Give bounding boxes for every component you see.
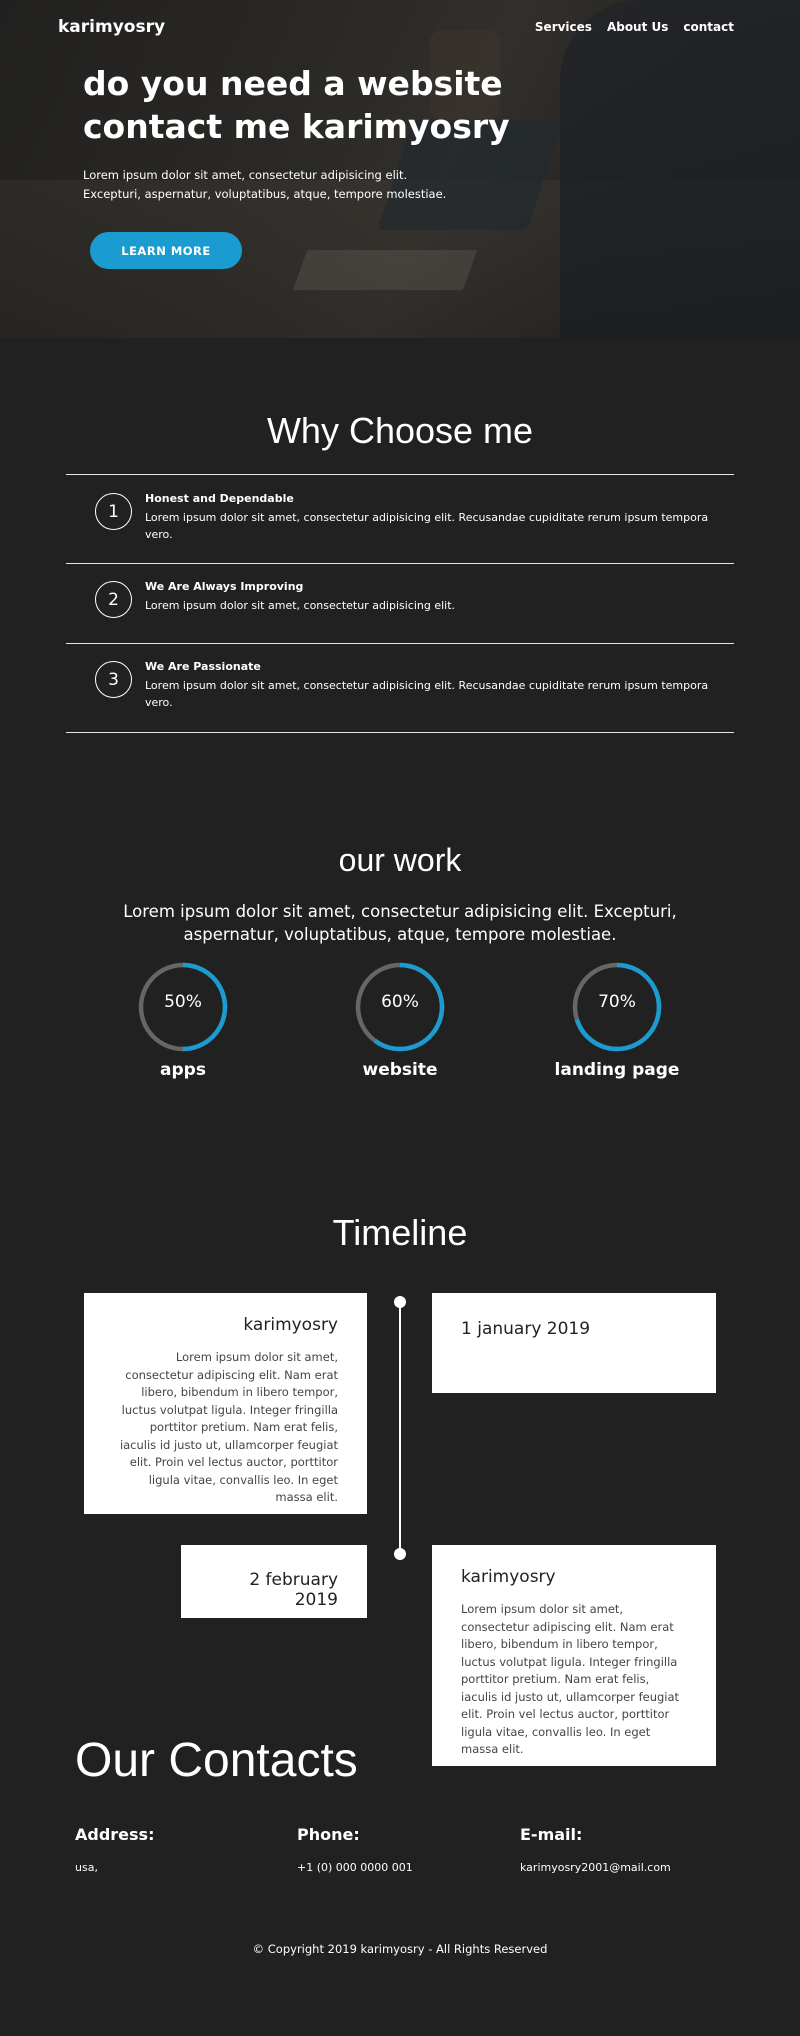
gauge-percent-website: 60% [381,992,419,1012]
timeline-card-title: karimyosry [461,1567,556,1587]
contacts-section: Our Contacts Address: usa, Phone: +1 (0)… [0,1725,800,1980]
timeline-dot [394,1548,406,1560]
why-choose-section: Why Choose me 1 Honest and Dependable Lo… [0,338,800,806]
why-choose-title: Why Choose me [266,410,534,451]
address-label: Address: [75,1825,155,1844]
why-item-text: Lorem ipsum dolor sit amet, consectetur … [145,679,709,709]
nav-link-services[interactable]: Services [535,20,592,34]
address-value: usa, [75,1861,98,1874]
number-circle-icon: 3 [95,661,132,698]
hero-title-line-2: contact me karimyosry [83,107,510,146]
why-item-text: Lorem ipsum dolor sit amet, consectetur … [145,511,709,541]
timeline-card: karimyosry Lorem ipsum dolor sit amet, c… [84,1293,367,1514]
top-nav: karimyosry Services About Us contact [0,0,800,56]
why-item-title: We Are Passionate [145,660,261,673]
number-circle-icon: 2 [95,581,132,618]
timeline-section: Timeline karimyosry Lorem ipsum dolor si… [0,1168,800,1766]
phone-value[interactable]: +1 (0) 000 0000 001 [297,1861,413,1874]
hero-description: Lorem ipsum dolor sit amet, consectetur … [83,168,447,201]
nav-menu: Services About Us contact [535,20,734,34]
number-circle-icon: 1 [95,493,132,530]
why-choose-list: 1 Honest and Dependable Lorem ipsum dolo… [66,474,734,733]
hero-title: do you need a website contact me karimyo… [83,62,603,148]
why-item-title: We Are Always Improving [145,580,304,593]
timeline-card-text: Lorem ipsum dolor sit amet, consectetur … [119,1350,338,1504]
our-work-description: Lorem ipsum dolor sit amet, consectetur … [123,902,677,944]
email-label: E-mail: [520,1825,583,1844]
timeline-date: 2 february 2019 [249,1570,338,1610]
nav-link-contact[interactable]: contact [683,20,734,34]
phone-label: Phone: [297,1825,360,1844]
our-work-title: our work [338,842,462,878]
timeline-date-card: 1 january 2019 [432,1293,716,1393]
why-item: 3 We Are Passionate Lorem ipsum dolor si… [66,643,734,733]
why-item-title: Honest and Dependable [145,492,294,505]
email-value[interactable]: karimyosry2001@mail.com [520,1861,671,1874]
gauge-label-landing-page: landing page [554,1060,680,1080]
gauge-percent-landing-page: 70% [598,992,636,1012]
nav-link-about-us[interactable]: About Us [607,20,668,34]
timeline-title: Timeline [332,1212,468,1253]
gauge-label-website: website [362,1060,438,1080]
why-item: 1 Honest and Dependable Lorem ipsum dolo… [66,474,734,563]
brand-logo[interactable]: karimyosry [58,17,165,37]
timeline-date: 1 january 2019 [461,1319,591,1339]
hero-section: karimyosry Services About Us contact do … [0,0,800,338]
hero-title-line-1: do you need a website [83,64,503,103]
timeline-line [399,1296,401,1559]
footer-copyright: © Copyright 2019 karimyosry - All Rights… [252,1942,548,1956]
timeline-card-title: karimyosry [243,1315,338,1335]
timeline-date-card: 2 february 2019 [181,1545,367,1618]
why-item: 2 We Are Always Improving Lorem ipsum do… [66,563,734,643]
our-work-section: our work Lorem ipsum dolor sit amet, con… [0,806,800,1168]
why-item-text: Lorem ipsum dolor sit amet, consectetur … [145,599,456,612]
contacts-title: Our Contacts [75,1734,358,1787]
timeline-dot [394,1296,406,1308]
learn-more-button[interactable]: LEARN MORE [90,232,242,269]
gauge-label-apps: apps [160,1060,206,1080]
gauge-percent-apps: 50% [164,992,202,1012]
